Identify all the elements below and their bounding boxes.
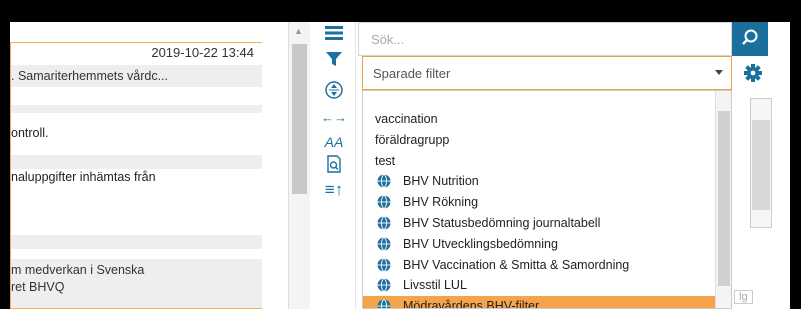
filter-option-label: BHV Vaccination & Smitta & Samordning	[403, 257, 630, 272]
saved-filter-dropdown: vaccination föräldragrupp test BHV Nutritio…	[362, 90, 732, 309]
separator-row	[11, 235, 262, 249]
filter-option-label: Livsstil LUL	[403, 278, 467, 293]
globe-icon	[377, 216, 391, 230]
background-panel: lg	[732, 90, 790, 309]
globe-icon	[377, 299, 391, 308]
search-icon	[742, 29, 758, 45]
filter-option-label: BHV Statusbedömning journaltabell	[403, 216, 601, 230]
horizontal-arrows-icon[interactable]: ←→	[312, 108, 356, 128]
globe-icon	[377, 257, 391, 272]
dropdown-scrollbar[interactable]	[715, 91, 731, 308]
tool-column: ←→ AA ≡↑	[312, 22, 356, 309]
filter-option[interactable]: test	[363, 151, 715, 171]
search-button[interactable]	[732, 22, 768, 56]
filter-option-label: BHV Utvecklingsbedömning	[403, 236, 558, 251]
filter-option[interactable]: Livsstil LUL	[363, 275, 715, 295]
filter-option-label: BHV Nutrition	[403, 174, 479, 189]
filter-option-label: vaccination	[375, 112, 438, 126]
filter-option-label: föräldragrupp	[375, 132, 450, 147]
filter-option-label: test	[375, 153, 396, 168]
search-placeholder: Sök...	[371, 32, 405, 47]
entry-text-line: m medverkan i Svenska	[11, 263, 145, 277]
document-search-icon[interactable]	[312, 154, 356, 180]
globe-icon	[377, 174, 391, 189]
globe-icon	[377, 278, 391, 293]
saved-filter-select[interactable]: Sparade filter	[362, 56, 732, 90]
entry-date: 2019-10-22 13:44	[151, 45, 254, 60]
font-size-icon[interactable]: AA	[312, 132, 356, 152]
entry-text-line: ret BHVQ	[11, 280, 65, 294]
filter-option[interactable]: BHV Utvecklingsbedömning	[363, 234, 715, 254]
filter-option-label: Mödravårdens BHV-filter	[403, 299, 540, 309]
saved-filter-placeholder: Sparade filter	[373, 66, 451, 81]
filter-option[interactable]: föräldragrupp	[363, 130, 715, 150]
scroll-thumb	[752, 120, 770, 210]
entry-block: m medverkan i Svenska ret BHVQ	[11, 259, 262, 308]
list-icon[interactable]	[312, 24, 356, 48]
journal-scrollbar[interactable]: ▲	[288, 22, 310, 309]
entry-text-line: ontroll.	[11, 126, 49, 140]
sort-up-icon[interactable]: ≡↑	[312, 180, 356, 200]
entry-text-line: naluppgifter inhämtas från	[11, 170, 156, 184]
filter-settings-button[interactable]	[738, 56, 768, 90]
filter-option[interactable]: Mödravårdens BHV-filter	[363, 296, 715, 309]
filter-icon[interactable]	[312, 50, 356, 74]
chevron-down-icon	[715, 70, 723, 75]
search-input[interactable]: Sök...	[358, 22, 732, 56]
application-area: 2019-10-22 13:44 . Samariterhemmets vård…	[10, 22, 790, 309]
expand-vertical-icon[interactable]	[312, 80, 356, 106]
globe-icon	[377, 237, 391, 251]
filter-option-label: BHV Rökning	[403, 195, 479, 210]
filter-option[interactable]: BHV Nutrition	[363, 171, 715, 191]
screen-frame: 2019-10-22 13:44 . Samariterhemmets vård…	[0, 0, 801, 309]
entry-caregiver: . Samariterhemmets vårdc...	[11, 65, 262, 87]
globe-icon	[377, 195, 391, 209]
scroll-thumb[interactable]	[292, 44, 307, 194]
partial-text: lg	[734, 290, 753, 304]
filter-option[interactable]: BHV Statusbedömning journaltabell	[363, 213, 715, 233]
filter-option[interactable]: vaccination	[363, 109, 715, 129]
filter-option[interactable]: BHV Rökning	[363, 192, 715, 212]
scroll-thumb[interactable]	[718, 111, 730, 286]
gear-icon	[744, 64, 762, 82]
journal-entry-panel: 2019-10-22 13:44 . Samariterhemmets vård…	[10, 42, 262, 309]
scroll-up-icon[interactable]: ▲	[294, 26, 303, 36]
filter-option[interactable]: BHV Vaccination & Smitta & Samordning	[363, 255, 715, 275]
separator-row	[11, 105, 262, 113]
